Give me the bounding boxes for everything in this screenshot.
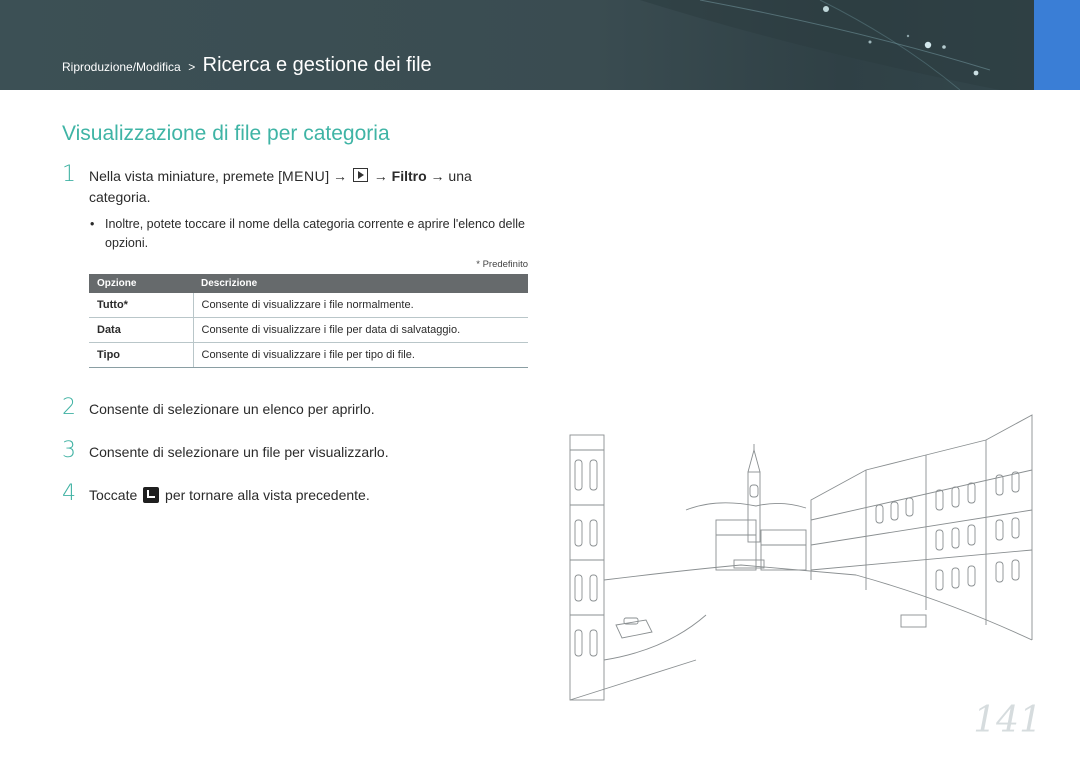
step-number: 2 — [62, 395, 76, 420]
step-number: 1 — [62, 162, 76, 187]
step-text-part: Toccate — [89, 487, 138, 503]
chapter-tab — [1034, 0, 1080, 90]
option-name: Tipo — [89, 342, 194, 368]
bullet-text: Inoltre, potete toccare il nome della ca… — [105, 217, 525, 250]
canal-city-illustration — [569, 414, 1033, 701]
option-name: Data — [89, 317, 194, 343]
page-number: 141 — [973, 700, 1042, 741]
column-header-option: Opzione — [89, 274, 193, 293]
filter-label: Filtro — [391, 168, 427, 184]
option-description: Consente di visualizzare i file per tipo… — [193, 342, 528, 368]
section-title: Visualizzazione di file per categoria — [62, 122, 390, 145]
step-text: Toccate per tornare alla vista precedent… — [89, 485, 529, 506]
step-text: Consente di selezionare un elenco per ap… — [89, 401, 375, 417]
step-number: 3 — [62, 438, 76, 463]
header-band: Riproduzione/Modifica > Ricerca e gestio… — [0, 0, 1080, 90]
breadcrumb-parent: Riproduzione/Modifica — [62, 60, 181, 74]
table-row: Tutto* Consente di visualizzare i file n… — [89, 293, 528, 318]
step-text: Nella vista miniature, premete [MENU] → … — [89, 166, 529, 208]
default-footnote: * Predefinito — [476, 259, 528, 270]
menu-key: MENU — [281, 168, 326, 184]
step-text-part: ] → — [325, 168, 347, 184]
step-text: Consente di selezionare un file per visu… — [89, 444, 389, 460]
option-description: Consente di visualizzare i file normalme… — [193, 293, 528, 318]
table-header-row: Opzione Descrizione — [89, 274, 528, 293]
breadcrumb: Riproduzione/Modifica > Ricerca e gestio… — [62, 54, 432, 77]
play-icon — [352, 168, 368, 182]
breadcrumb-current: Ricerca e gestione dei file — [202, 54, 432, 76]
option-name: Tutto* — [89, 293, 194, 318]
bullet-marker: • — [90, 217, 95, 231]
table-row: Data Consente di visualizzare i file per… — [89, 317, 528, 343]
table-row: Tipo Consente di visualizzare i file per… — [89, 342, 528, 368]
step-text-part: per tornare alla vista precedente. — [165, 487, 370, 503]
breadcrumb-separator: > — [188, 60, 196, 74]
arrow: → — [373, 168, 388, 184]
options-table: Opzione Descrizione Tutto* Consente di v… — [89, 274, 528, 368]
back-icon — [143, 487, 160, 503]
step-number: 4 — [62, 481, 76, 506]
column-header-description: Descrizione — [193, 274, 528, 293]
option-description: Consente di visualizzare i file per data… — [193, 317, 528, 343]
step-text-part: Nella vista miniature, premete [ — [89, 168, 282, 184]
